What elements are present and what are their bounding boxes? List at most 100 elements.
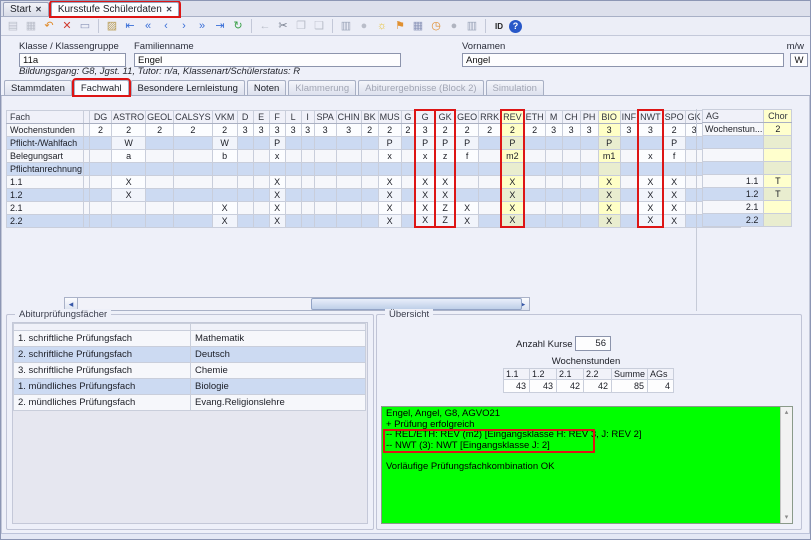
course-cell[interactable]: P xyxy=(454,135,480,150)
ag-cell[interactable]: 2 xyxy=(763,122,793,136)
course-cell[interactable]: X xyxy=(637,174,664,189)
course-cell[interactable] xyxy=(313,200,337,215)
course-cell[interactable]: X xyxy=(268,200,286,215)
course-cell[interactable] xyxy=(284,174,302,189)
course-cell[interactable] xyxy=(400,161,416,176)
bulb-icon[interactable]: ☼ xyxy=(374,19,390,34)
course-cell[interactable]: x xyxy=(414,148,437,163)
course-cell[interactable] xyxy=(619,148,639,163)
course-cell[interactable]: P xyxy=(268,135,286,150)
ag-cell[interactable]: T xyxy=(763,174,793,188)
course-cell[interactable]: P xyxy=(597,135,621,150)
course-cell[interactable]: x xyxy=(268,148,286,163)
course-cell[interactable] xyxy=(313,135,337,150)
course-cell[interactable] xyxy=(544,161,563,176)
course-cell[interactable]: X xyxy=(434,187,457,202)
course-cell[interactable]: P xyxy=(500,135,525,150)
course-cell[interactable]: 3 xyxy=(252,122,270,137)
tab-stammdaten[interactable]: Stammdaten xyxy=(4,80,72,95)
copy-icon[interactable]: ❐ xyxy=(293,19,309,34)
course-cell[interactable] xyxy=(173,174,213,189)
course-cell[interactable] xyxy=(89,200,113,215)
course-cell[interactable]: X xyxy=(211,200,238,215)
course-cell[interactable]: X xyxy=(637,187,664,202)
familienname-field[interactable] xyxy=(134,53,401,67)
cut-icon[interactable]: ✂ xyxy=(275,19,291,34)
course-cell[interactable]: 3 xyxy=(335,122,362,137)
course-cell[interactable]: X xyxy=(377,213,402,228)
course-cell[interactable]: 2 xyxy=(360,122,379,137)
course-cell[interactable] xyxy=(335,161,362,176)
course-cell[interactable]: X xyxy=(637,200,664,215)
course-cell[interactable] xyxy=(579,135,599,150)
tab-besondere-lernleistung[interactable]: Besondere Lernleistung xyxy=(130,80,245,95)
save-icon[interactable]: ▦ xyxy=(23,19,39,34)
course-cell[interactable] xyxy=(284,161,302,176)
course-cell[interactable]: X xyxy=(414,187,437,202)
course-cell[interactable] xyxy=(300,213,315,228)
course-cell[interactable] xyxy=(579,213,599,228)
course-cell[interactable] xyxy=(684,161,704,176)
klasse-field[interactable] xyxy=(19,53,126,67)
course-cell[interactable] xyxy=(637,135,664,150)
course-cell[interactable]: 3 xyxy=(313,122,337,137)
preview-icon[interactable]: ● xyxy=(356,19,372,34)
paste-icon[interactable]: ❏ xyxy=(311,19,327,34)
course-cell[interactable]: 2 xyxy=(523,122,546,137)
course-cell[interactable]: 2 xyxy=(478,122,502,137)
course-cell[interactable] xyxy=(284,200,302,215)
abitur-fach-value[interactable]: Deutsch xyxy=(190,346,366,363)
course-cell[interactable] xyxy=(523,213,546,228)
course-cell[interactable] xyxy=(579,187,599,202)
abitur-fach-value[interactable]: Evang.Religionslehre xyxy=(190,394,366,411)
course-cell[interactable]: X xyxy=(597,200,621,215)
undo-icon[interactable]: ↶ xyxy=(41,19,57,34)
status-vscrollbar[interactable]: ▴ ▾ xyxy=(780,407,792,523)
course-cell[interactable] xyxy=(252,174,270,189)
course-cell[interactable] xyxy=(300,135,315,150)
course-cell[interactable] xyxy=(173,213,213,228)
course-cell[interactable] xyxy=(335,187,362,202)
course-cell[interactable] xyxy=(561,135,581,150)
course-cell[interactable] xyxy=(478,200,502,215)
course-cell[interactable]: X xyxy=(597,174,621,189)
course-cell[interactable] xyxy=(544,200,563,215)
help-icon[interactable]: ? xyxy=(509,19,522,33)
course-cell[interactable] xyxy=(236,213,254,228)
course-cell[interactable] xyxy=(561,161,581,176)
course-cell[interactable] xyxy=(523,200,546,215)
tab-fachwahl[interactable]: Fachwahl xyxy=(71,78,131,97)
course-cell[interactable] xyxy=(89,174,113,189)
course-cell[interactable]: X xyxy=(500,200,525,215)
course-cell[interactable] xyxy=(684,213,704,228)
doc-tab-start[interactable]: Start ✕ xyxy=(3,2,49,16)
course-cell[interactable] xyxy=(300,200,315,215)
close-icon[interactable]: ✕ xyxy=(166,5,173,14)
id-icon[interactable]: ID xyxy=(491,19,507,34)
course-cell[interactable] xyxy=(579,200,599,215)
course-cell[interactable]: X xyxy=(377,187,402,202)
course-cell[interactable] xyxy=(300,174,315,189)
course-cell[interactable] xyxy=(145,161,175,176)
course-cell[interactable] xyxy=(400,174,416,189)
course-cell[interactable]: 3 xyxy=(561,122,581,137)
course-cell[interactable] xyxy=(684,148,704,163)
course-cell[interactable] xyxy=(360,135,379,150)
course-cell[interactable]: X xyxy=(597,213,621,228)
course-cell[interactable] xyxy=(268,161,286,176)
course-cell[interactable] xyxy=(434,161,457,176)
back-icon[interactable]: ← xyxy=(257,19,273,34)
course-cell[interactable] xyxy=(236,161,254,176)
ag-cell[interactable] xyxy=(763,200,793,214)
course-cell[interactable]: 2 xyxy=(662,122,686,137)
course-cell[interactable] xyxy=(300,148,315,163)
scroll-up-icon[interactable]: ▴ xyxy=(781,407,792,418)
course-cell[interactable]: 2 xyxy=(89,122,113,137)
disc-icon[interactable]: ● xyxy=(446,19,462,34)
course-cell[interactable] xyxy=(360,174,379,189)
course-cell[interactable] xyxy=(414,161,437,176)
course-cell[interactable] xyxy=(400,200,416,215)
abitur-fach-value[interactable]: Biologie xyxy=(190,378,366,395)
course-cell[interactable] xyxy=(173,148,213,163)
course-cell[interactable] xyxy=(561,187,581,202)
